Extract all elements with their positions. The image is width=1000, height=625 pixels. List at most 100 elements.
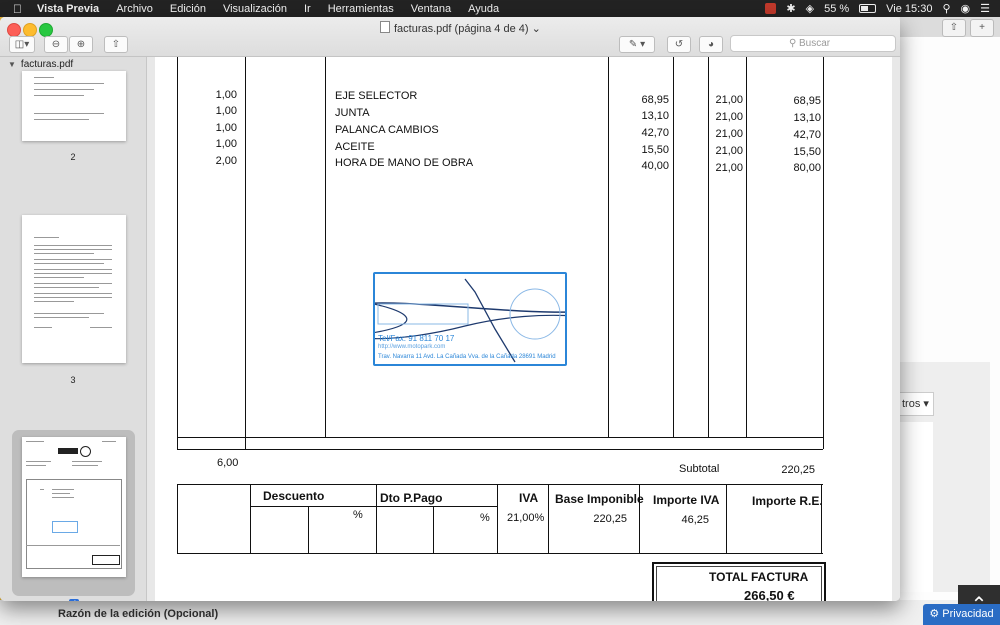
zoom-window-button[interactable]: [39, 23, 53, 37]
summary-col-divider: [497, 484, 498, 554]
thumbnail-sidebar: ▼ facturas.pdf 2 3: [0, 57, 147, 601]
thumbnail-total: [92, 555, 120, 565]
search-placeholder: Buscar: [799, 38, 831, 49]
background-tab-bar: ⇧ +: [900, 17, 1000, 37]
line-vat: 21,00: [715, 145, 743, 157]
bluetooth-icon[interactable]: ✱: [786, 2, 795, 15]
summary-col-divider: [308, 506, 309, 554]
notification-center-icon[interactable]: ☰: [980, 2, 990, 15]
importe-iva-header: Importe IVA: [653, 493, 720, 507]
quantity-total: 6,00: [217, 457, 239, 469]
app-status-icon[interactable]: [765, 3, 777, 14]
descuento-header: Descuento: [263, 489, 325, 503]
battery-icon[interactable]: [859, 4, 877, 13]
menu-ventana[interactable]: Ventana: [411, 3, 451, 15]
share-icon[interactable]: ⇧: [942, 19, 966, 37]
summary-inner-divider: [250, 506, 497, 507]
line-vat: 21,00: [715, 128, 743, 140]
disclosure-triangle-icon[interactable]: ▼: [8, 60, 16, 69]
line-price: 42,70: [641, 127, 669, 139]
background-white-panel: [900, 422, 933, 592]
subtotal-label: Subtotal: [679, 463, 720, 475]
descuento-percent: %: [353, 509, 363, 521]
wifi-icon[interactable]: ◈: [806, 2, 814, 15]
zoom-in-button[interactable]: ⊕: [69, 36, 93, 53]
stamp-phone: Tel/Fax: 91 811 70 17: [378, 334, 455, 343]
total-factura-box: TOTAL FACTURA 266,50 €: [652, 562, 826, 601]
line-vat: 21,00: [715, 111, 743, 123]
user-icon[interactable]: ◉: [961, 2, 971, 15]
line-desc: JUNTA: [335, 107, 370, 119]
line-desc: ACEITE: [335, 141, 375, 153]
close-window-button[interactable]: [7, 23, 21, 37]
clock[interactable]: Vie 15:30: [886, 3, 932, 15]
summary-col-divider: [250, 484, 251, 554]
filter-dropdown[interactable]: tros ▾: [900, 392, 934, 416]
menu-herramientas[interactable]: Herramientas: [328, 3, 394, 15]
line-amount: 68,95: [793, 95, 821, 107]
document-view[interactable]: 1,00 EJE SELECTOR 68,95 21,00 68,95 1,00…: [147, 57, 900, 601]
markup-toolbar-button[interactable]: ◕: [699, 36, 723, 53]
importe-iva-value: 46,25: [681, 514, 709, 526]
edit-reason-label: Razón de la edición (Opcional): [58, 608, 219, 620]
menu-archivo[interactable]: Archivo: [116, 3, 153, 15]
table-border-right: [823, 57, 824, 449]
apple-menu-icon[interactable]: : [13, 2, 27, 16]
summary-col-divider: [376, 484, 377, 554]
markup-pen-button[interactable]: ✎ ▾: [619, 36, 655, 53]
window-title[interactable]: facturas.pdf (página 4 de 4) ⌄: [380, 21, 541, 35]
zoom-out-button[interactable]: ⊖: [44, 36, 68, 53]
line-amount: 13,10: [793, 112, 821, 124]
menu-visualizacion[interactable]: Visualización: [223, 3, 287, 15]
search-field[interactable]: ⚲ Buscar: [730, 35, 896, 52]
minimize-window-button[interactable]: [23, 23, 37, 37]
sidebar-file-item[interactable]: ▼ facturas.pdf: [8, 59, 73, 70]
title-chevron-icon[interactable]: ⌄: [532, 23, 541, 35]
page-label-3: 3: [70, 375, 76, 385]
line-qty: 1,00: [215, 105, 237, 117]
line-qty: 1,00: [215, 122, 237, 134]
subtotal-value: 220,25: [781, 464, 815, 476]
line-amount: 15,50: [793, 146, 821, 158]
share-button[interactable]: ⇧: [104, 36, 128, 53]
search-icon: ⚲: [789, 38, 797, 49]
page-thumbnail-3[interactable]: [22, 215, 126, 363]
page-thumbnail-4[interactable]: [22, 437, 126, 577]
background-footer: Razón de la edición (Opcional): [0, 600, 1000, 625]
line-qty: 1,00: [215, 138, 237, 150]
table-footer-divider: [177, 437, 823, 438]
privacy-label: Privacidad: [942, 608, 994, 620]
rotate-button[interactable]: ↺: [667, 36, 691, 53]
battery-percent[interactable]: 55 %: [824, 3, 849, 15]
sidebar-view-button[interactable]: ◫▾: [9, 36, 35, 53]
menu-ir[interactable]: Ir: [304, 3, 311, 15]
iva-value: 21,00%: [507, 512, 545, 524]
document-icon: [380, 21, 390, 33]
signature-scribble: [375, 278, 565, 363]
line-qty: 2,00: [215, 155, 237, 167]
preview-window: facturas.pdf (página 4 de 4) ⌄ ◫▾ ⊖ ⊕ ⇧ …: [0, 17, 900, 601]
page-label-4: 4: [69, 599, 79, 601]
stamp-web: http://www.motopark.com: [378, 344, 446, 350]
table-col-divider: [708, 57, 709, 437]
invoice-page: 1,00 EJE SELECTOR 68,95 21,00 68,95 1,00…: [155, 57, 892, 601]
line-price: 13,10: [641, 110, 669, 122]
line-price: 68,95: [641, 94, 669, 106]
menu-bar:  Vista Previa Archivo Edición Visualiza…: [0, 0, 1000, 17]
menu-app-name[interactable]: Vista Previa: [37, 3, 99, 15]
new-tab-icon[interactable]: +: [970, 19, 994, 37]
line-desc: HORA DE MANO DE OBRA: [335, 157, 474, 169]
menu-ayuda[interactable]: Ayuda: [468, 3, 499, 15]
search-spotlight-icon[interactable]: ⚲: [942, 2, 950, 15]
page-thumbnail-2[interactable]: [22, 71, 126, 141]
dto-pago-header: Dto P.Pago: [380, 491, 443, 505]
line-price: 15,50: [641, 144, 669, 156]
summary-col-divider: [726, 484, 727, 554]
company-stamp: Tel/Fax: 91 811 70 17 http://www.motopar…: [373, 272, 567, 366]
total-factura-value: 266,50 €: [744, 588, 795, 601]
line-desc: EJE SELECTOR: [335, 90, 418, 102]
menu-edicion[interactable]: Edición: [170, 3, 206, 15]
line-vat: 21,00: [715, 162, 743, 174]
privacy-button[interactable]: ⚙ Privacidad: [923, 604, 1000, 625]
table-col-divider: [673, 57, 674, 437]
